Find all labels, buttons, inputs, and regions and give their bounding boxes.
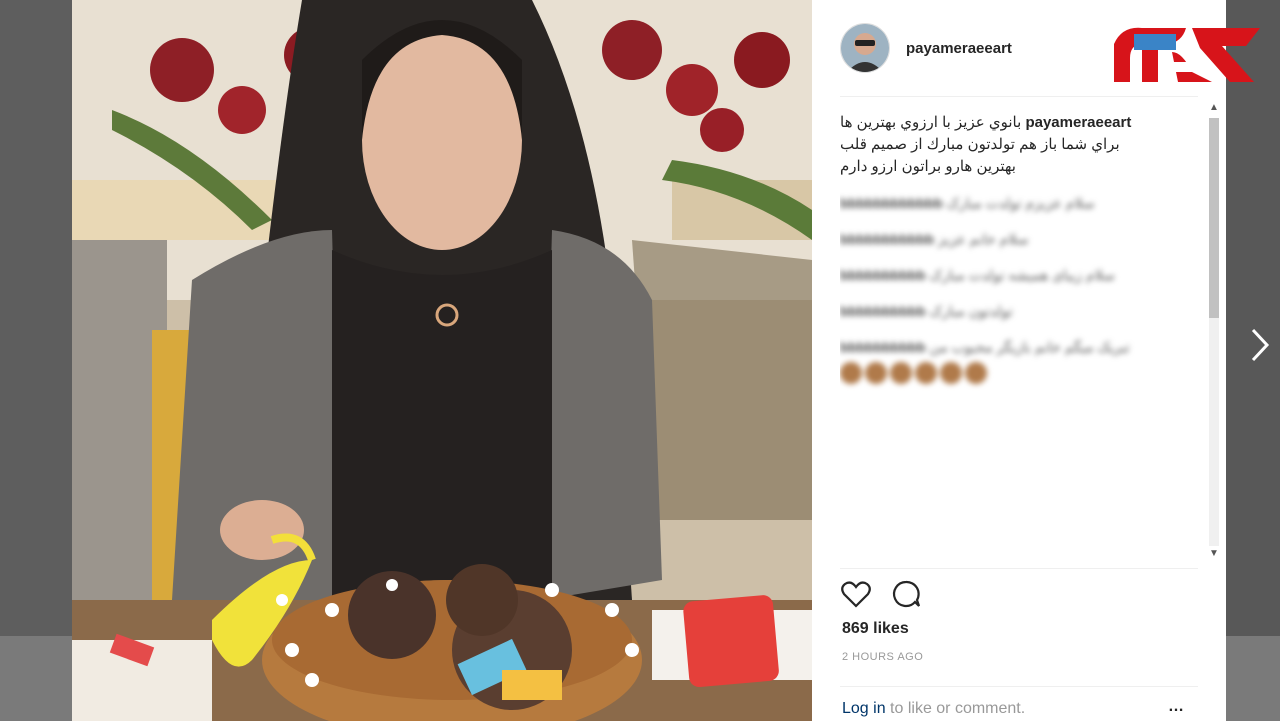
scroll-down-icon[interactable]: ▼ [1207,546,1221,562]
chevron-right-icon [1251,328,1270,362]
divider-mid [840,568,1198,569]
action-bar [840,578,922,610]
blurred-comment: bbbbbbbbbb تبریک میگم خانم بازیگر محبوب … [840,336,1190,384]
comments-scrollbar[interactable]: ▲ ▼ [1207,100,1221,562]
comment-text: سلام زیبای همیشه تولدت مبارک [929,267,1115,283]
divider-top [840,96,1198,97]
likes-count[interactable]: 869 likes [842,620,909,638]
comment-text: سلام خانم عزیز [937,231,1029,247]
login-link[interactable]: Log in [842,700,886,717]
comment-button[interactable] [890,578,922,610]
post-photo [72,0,812,721]
divider-bottom [840,686,1198,687]
blurred-comment: bbbbbbbbbb تولدتون مبارک [840,300,1190,322]
next-post-arrow[interactable] [1248,325,1272,365]
comment-icon [892,580,921,608]
comments-list: payameraeeart بانوي عزيز با ارزوي بهترين… [840,112,1190,562]
scroll-up-icon[interactable]: ▲ [1207,100,1221,116]
post-sidebar: payameraeeart payameraeeart بانوي عزيز ب… [812,0,1260,721]
backdrop-left [0,0,72,721]
comment-text: سلام عزیزم تولدت مبارک [946,195,1095,211]
comment-username: bbbbbbbbbbb [840,231,935,247]
login-suffix: to like or comment. [885,700,1026,717]
scroll-thumb[interactable] [1209,118,1219,318]
comment-username: bbbbbbbbbb [840,267,926,283]
rokna-logo [1112,22,1262,86]
caption-line: براي شما باز هم تولدتون مبارك از صميم قل… [840,136,1120,153]
blurred-comment: bbbbbbbbbbb سلام خانم عزیز [840,228,1190,250]
emoji-row [840,362,1190,384]
post-caption: payameraeeart بانوي عزيز با ارزوي بهترين… [840,112,1190,178]
heart-icon [841,581,871,608]
comment-username: bbbbbbbbbbbb [840,195,943,211]
caption-line: بهترين هارو براتون ارزو دارم [840,158,1016,175]
caption-line: بانوي عزيز با ارزوي بهترين ها [840,114,1022,131]
login-prompt: Log in to like or comment. [842,700,1025,718]
post-time[interactable]: 2 HOURS AGO [842,651,923,663]
blurred-comment: bbbbbbbbbb سلام زیبای همیشه تولدت مبارک [840,264,1190,286]
comment-text: تبریک میگم خانم بازیگر محبوب من [929,339,1130,355]
blurred-comment: bbbbbbbbbbbb سلام عزیزم تولدت مبارک [840,192,1190,214]
post-header: payameraeeart [840,22,1012,74]
like-button[interactable] [840,578,872,610]
more-options-button[interactable]: … [1168,698,1185,716]
avatar[interactable] [840,23,890,73]
comment-username: bbbbbbbbbb [840,339,926,355]
comment-username: bbbbbbbbbb [840,303,926,319]
caption-username[interactable]: payameraeeart [1025,114,1131,131]
username-link[interactable]: payameraeeart [906,40,1012,57]
post-modal: payameraeeart payameraeeart بانوي عزيز ب… [72,0,1260,721]
comment-text: تولدتون مبارک [929,303,1013,319]
